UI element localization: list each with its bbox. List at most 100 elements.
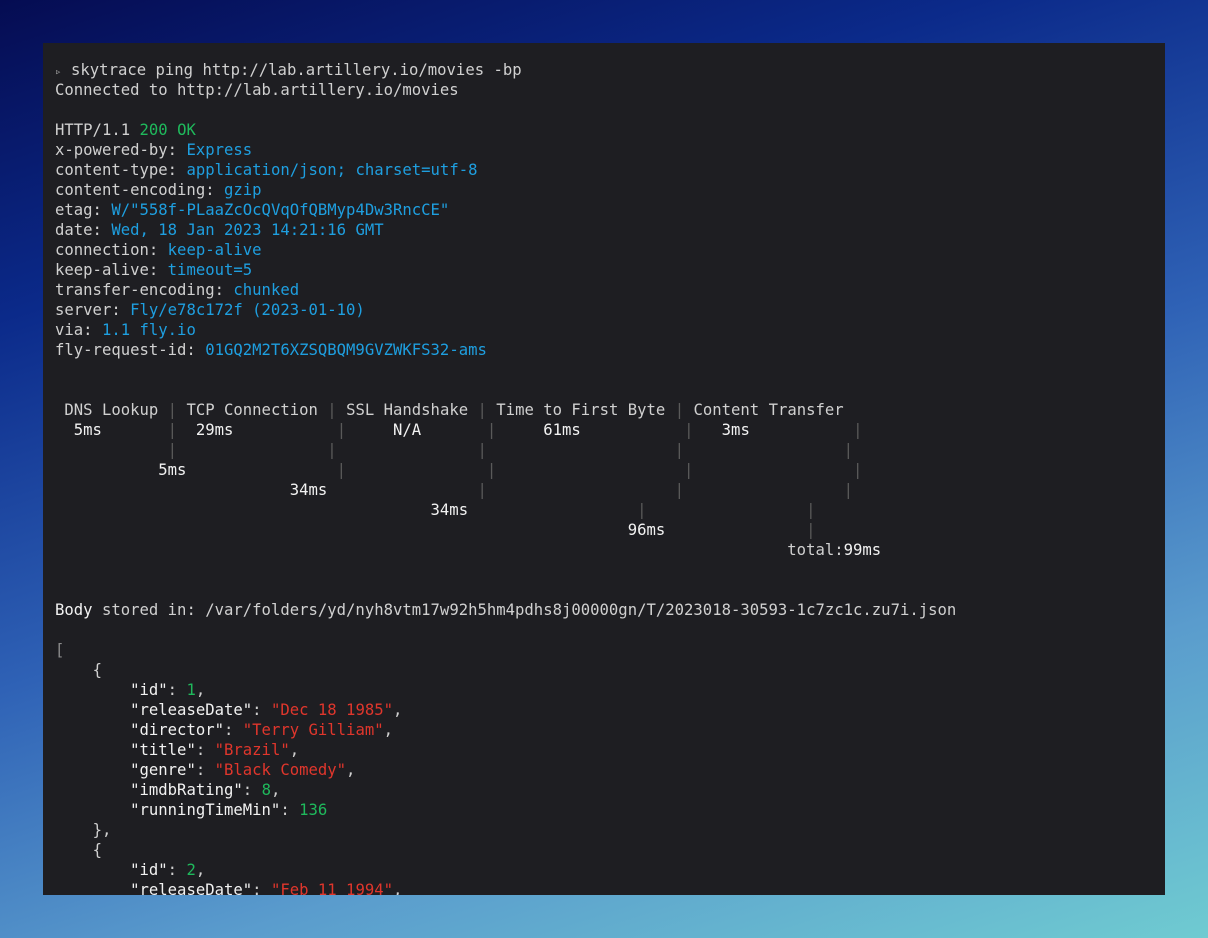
timing-cumulative: 34ms xyxy=(289,481,328,499)
timing-cumulative-row: 96ms | xyxy=(627,521,816,539)
timing-separator: | xyxy=(336,421,347,439)
json-key: "releaseDate" xyxy=(130,701,253,719)
timing-duration: 61ms xyxy=(543,421,581,439)
timing-total-label: total: xyxy=(787,541,844,559)
header-key: via: xyxy=(55,321,93,339)
header-value: Express xyxy=(186,141,253,159)
json-value: "Black Comedy" xyxy=(214,761,347,779)
header-line: content-type: application/json; charset=… xyxy=(55,160,478,180)
header-line: transfer-encoding: chunked xyxy=(55,280,299,300)
timing-separator: | xyxy=(167,401,178,419)
json-array-open: [ xyxy=(55,641,65,659)
header-value: 1.1 fly.io xyxy=(101,321,196,339)
header-key: transfer-encoding: xyxy=(55,281,224,299)
header-value: W/"558f-PLaaZcOcQVqOfQBMyp4Dw3RncCE" xyxy=(111,201,450,219)
timing-duration-row: 5ms | 29ms | N/A | 61ms | 3ms | xyxy=(55,420,863,440)
header-line: content-encoding: gzip xyxy=(55,180,262,200)
json-field: "id": 2, xyxy=(130,861,206,879)
json-field: "director": "Terry Gilliam", xyxy=(130,721,393,739)
json-object-open: { xyxy=(92,841,102,859)
json-key: "director" xyxy=(130,721,224,739)
header-value: application/json; charset=utf-8 xyxy=(186,161,478,179)
json-object-close: }, xyxy=(92,821,112,839)
timing-cumulative-row: 34ms | | | xyxy=(289,481,854,499)
header-value: Wed, 18 Jan 2023 14:21:16 GMT xyxy=(111,221,384,239)
timing-cumulative-row: 34ms | | xyxy=(430,501,816,519)
timing-separator: | xyxy=(167,421,178,439)
connected-line: Connected to http://lab.artillery.io/mov… xyxy=(55,81,459,99)
json-field: "id": 1, xyxy=(130,681,206,699)
prompt-arrow-icon: ▹ xyxy=(55,65,62,78)
timing-separator: | xyxy=(327,401,337,419)
timing-cumulative: 5ms xyxy=(158,461,187,479)
header-key: date: xyxy=(55,221,102,239)
header-key: content-encoding: xyxy=(55,181,215,199)
json-field: "genre": "Black Comedy", xyxy=(130,761,356,779)
timing-duration: 5ms xyxy=(73,421,102,439)
body-label: Body xyxy=(55,601,93,619)
json-object-open: { xyxy=(92,661,102,679)
status-protocol: HTTP/1.1 xyxy=(55,121,131,139)
header-key: connection: xyxy=(55,241,159,259)
json-value: 1 xyxy=(186,681,196,699)
timing-separator: | xyxy=(477,401,487,419)
header-key: fly-request-id: xyxy=(55,341,196,359)
timing-separator: | xyxy=(674,401,685,419)
timing-phase-label: DNS Lookup xyxy=(64,401,159,419)
body-stored-line: Body stored in: /var/folders/yd/nyh8vtm1… xyxy=(55,600,956,620)
header-line: x-powered-by: Express xyxy=(55,140,252,160)
terminal-window[interactable]: ▹ skytrace ping http://lab.artillery.io/… xyxy=(43,43,1165,895)
header-value: chunked xyxy=(233,281,300,299)
header-value: keep-alive xyxy=(167,241,262,259)
timing-duration: 3ms xyxy=(721,421,750,439)
timing-duration: 29ms xyxy=(195,421,234,439)
header-key: keep-alive: xyxy=(55,261,159,279)
header-key: etag: xyxy=(55,201,102,219)
header-key: content-type: xyxy=(55,161,178,179)
header-value: timeout=5 xyxy=(167,261,253,279)
body-stored-path[interactable]: stored in: /var/folders/yd/nyh8vtm17w92h… xyxy=(102,601,956,619)
timing-cumulative: 34ms xyxy=(430,501,469,519)
timing-separator: | xyxy=(486,421,497,439)
timing-separator: | xyxy=(684,421,694,439)
json-field: "releaseDate": "Dec 18 1985", xyxy=(130,701,403,719)
timing-phase-label: SSL Handshake xyxy=(346,401,469,419)
header-value: 01GQ2M2T6XZSQBQM9GVZWKFS32-ams xyxy=(205,341,487,359)
json-key: "genre" xyxy=(130,761,196,779)
json-value: "Terry Gilliam" xyxy=(242,721,384,739)
json-key: "id" xyxy=(130,861,168,879)
command-line: ▹ skytrace ping http://lab.artillery.io/… xyxy=(55,60,522,82)
json-field: "releaseDate": "Feb 11 1994", xyxy=(55,880,402,895)
timing-phase-label: TCP Connection xyxy=(186,401,318,419)
header-line: etag: W/"558f-PLaaZcOcQVqOfQBMyp4Dw3RncC… xyxy=(55,200,449,220)
timing-guide-row: | | | | | xyxy=(55,441,853,459)
json-key: "runningTimeMin" xyxy=(130,801,281,819)
status-text: OK xyxy=(177,121,196,139)
json-key: "id" xyxy=(130,681,168,699)
json-value: "Brazil" xyxy=(214,741,290,759)
header-line: connection: keep-alive xyxy=(55,240,262,260)
json-key: "imdbRating" xyxy=(130,781,243,799)
header-line: server: Fly/e78c172f (2023-01-10) xyxy=(55,300,365,320)
json-value: "Feb 11 1994" xyxy=(270,881,394,895)
json-field: "runningTimeMin": 136 xyxy=(130,801,328,819)
header-line: date: Wed, 18 Jan 2023 14:21:16 GMT xyxy=(55,220,384,240)
json-value: 136 xyxy=(299,801,328,819)
status-line: HTTP/1.1 200 OK xyxy=(55,120,196,140)
timing-separator: | xyxy=(853,421,863,439)
json-value: 8 xyxy=(261,781,271,799)
timing-total-row: total:99ms xyxy=(55,540,881,560)
json-field: "title": "Brazil", xyxy=(130,741,300,759)
header-value: Fly/e78c172f (2023-01-10) xyxy=(130,301,365,319)
timing-cumulative-row: 5ms | | | | xyxy=(158,461,863,479)
json-key: "releaseDate" xyxy=(130,881,253,895)
timing-total-value: 99ms xyxy=(843,541,882,559)
timing-phase-label: Time to First Byte xyxy=(496,401,666,419)
command-text: skytrace ping http://lab.artillery.io/mo… xyxy=(71,61,522,79)
status-code: 200 xyxy=(139,121,168,139)
header-line: via: 1.1 fly.io xyxy=(55,320,196,340)
header-key: server: xyxy=(55,301,121,319)
timing-phase-label: Content Transfer xyxy=(693,401,844,419)
header-value: gzip xyxy=(224,181,262,199)
header-key: x-powered-by: xyxy=(55,141,178,159)
